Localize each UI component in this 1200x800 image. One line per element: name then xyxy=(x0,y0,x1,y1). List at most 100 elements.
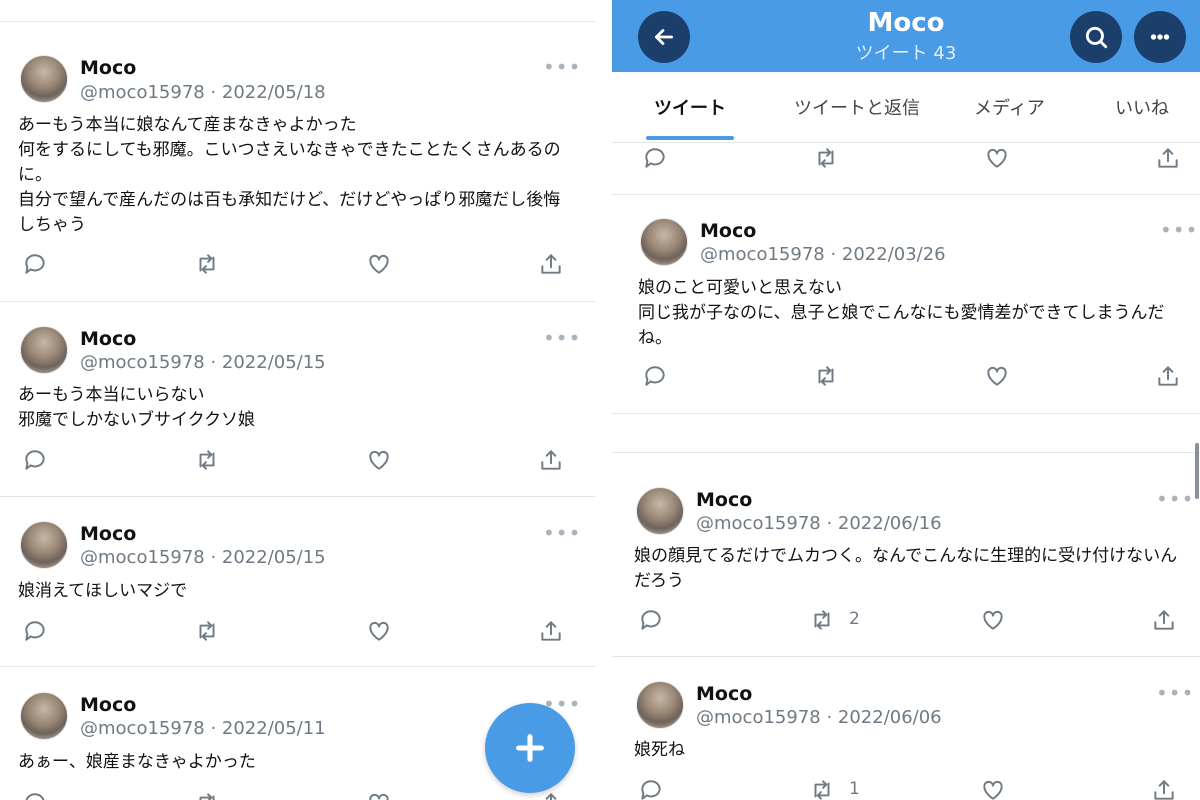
retweet-icon[interactable] xyxy=(807,775,837,800)
retweet-icon[interactable] xyxy=(811,361,841,391)
reply-icon[interactable] xyxy=(640,361,670,391)
tweet[interactable]: Moco @moco15978 · 2022/06/06 ••• 娘死ね 1 xyxy=(612,678,1200,800)
tweet-text: 娘のこと可愛いと思えない 同じ我が子なのに、息子と娘でこんなにも愛情差ができてし… xyxy=(638,278,1165,348)
like-icon[interactable] xyxy=(364,249,394,279)
retweet-count: 1 xyxy=(849,779,860,799)
reply-icon[interactable] xyxy=(20,445,50,475)
tweet-actions xyxy=(640,143,1190,173)
divider xyxy=(0,496,595,497)
tweet-author[interactable]: Moco xyxy=(696,489,752,511)
tweet[interactable]: Moco @moco15978 · 2022/05/18 ••• あーもう本当に… xyxy=(0,52,600,302)
avatar[interactable] xyxy=(20,55,68,103)
tweet-author[interactable]: Moco xyxy=(700,220,756,242)
retweet-icon[interactable] xyxy=(192,445,222,475)
tweet[interactable]: Moco @moco15978 · 2022/06/16 ••• 娘の顔見てるだ… xyxy=(612,484,1200,654)
tweet[interactable]: Moco @moco15978 · 2022/05/15 ••• あーもう本当に… xyxy=(0,323,600,493)
like-icon[interactable] xyxy=(978,605,1008,635)
divider xyxy=(0,301,595,302)
reply-icon[interactable] xyxy=(640,143,670,173)
avatar[interactable] xyxy=(640,218,688,266)
retweet-icon[interactable] xyxy=(192,788,222,800)
avatar[interactable] xyxy=(20,521,68,569)
reply-icon[interactable] xyxy=(636,775,666,800)
like-icon[interactable] xyxy=(364,788,394,800)
tab-likes[interactable]: いいね xyxy=(1115,94,1169,120)
more-icon[interactable]: ••• xyxy=(1160,220,1198,240)
tweet[interactable]: Moco @moco15978 · 2022/03/26 ••• 娘のこと可愛い… xyxy=(612,215,1200,415)
more-button[interactable] xyxy=(1134,11,1186,63)
more-icon[interactable]: ••• xyxy=(1156,489,1194,509)
tweet-meta: @moco15978 · 2022/05/15 xyxy=(80,352,326,373)
panel-gap xyxy=(600,0,612,800)
right-profile: Moco ツイート 43 ツイート ツイートと返信 メディア いいね Moco … xyxy=(612,0,1200,800)
search-button[interactable] xyxy=(1070,11,1122,63)
avatar[interactable] xyxy=(20,326,68,374)
tweet-text: あーもう本当にいらない 邪魔でしかないブサイククソ娘 xyxy=(18,385,255,430)
tab-media[interactable]: メディア xyxy=(974,94,1045,120)
tweet-text: 娘の顔見てるだけでムカつく。なんでこんなに生理的に受け付けないんだろう xyxy=(634,546,1178,591)
divider xyxy=(612,656,1200,657)
share-icon[interactable] xyxy=(536,445,566,475)
divider xyxy=(0,21,595,22)
tweet-meta: @moco15978 · 2022/05/18 xyxy=(80,82,326,103)
tweet-meta: @moco15978 · 2022/03/26 xyxy=(700,244,946,265)
tweet-meta: @moco15978 · 2022/05/15 xyxy=(80,547,326,568)
compose-button[interactable] xyxy=(485,703,575,793)
like-icon[interactable] xyxy=(978,775,1008,800)
search-icon xyxy=(1085,26,1108,49)
more-icon[interactable]: ••• xyxy=(1156,683,1194,703)
tweet-author[interactable]: Moco xyxy=(80,57,136,79)
active-tab-indicator xyxy=(646,136,734,140)
more-icon xyxy=(1150,34,1170,40)
tweet-actions xyxy=(640,361,1190,391)
like-icon[interactable] xyxy=(364,616,394,646)
tab-tweets-replies[interactable]: ツイートと返信 xyxy=(794,94,920,120)
retweet-count: 2 xyxy=(849,609,860,629)
share-icon[interactable] xyxy=(1149,775,1179,800)
plus-icon xyxy=(516,734,544,762)
like-icon[interactable] xyxy=(982,143,1012,173)
reply-icon[interactable] xyxy=(20,249,50,279)
tweet-author[interactable]: Moco xyxy=(696,683,752,705)
reply-icon[interactable] xyxy=(20,788,50,800)
avatar[interactable] xyxy=(636,487,684,535)
share-icon[interactable] xyxy=(536,616,566,646)
tweet-actions xyxy=(20,788,570,800)
tweet-actions: 2 xyxy=(636,605,1186,635)
profile-tabs: ツイート ツイートと返信 メディア いいね xyxy=(612,72,1200,143)
share-icon[interactable] xyxy=(1149,605,1179,635)
retweet-icon[interactable] xyxy=(192,249,222,279)
retweet-icon[interactable] xyxy=(192,616,222,646)
divider xyxy=(612,194,1200,195)
tweet-actions xyxy=(20,445,570,475)
more-icon[interactable]: ••• xyxy=(543,57,581,77)
profile-header: Moco ツイート 43 xyxy=(612,0,1200,72)
like-icon[interactable] xyxy=(982,361,1012,391)
tab-tweets[interactable]: ツイート xyxy=(654,94,726,120)
tweet-author[interactable]: Moco xyxy=(80,328,136,350)
tweet-author[interactable]: Moco xyxy=(80,694,136,716)
tweet-actions xyxy=(20,616,570,646)
share-icon[interactable] xyxy=(1153,143,1183,173)
divider xyxy=(0,666,595,667)
reply-icon[interactable] xyxy=(20,616,50,646)
tweet-text: 娘消えてほしいマジで xyxy=(18,581,188,601)
tweet-text: あーもう本当に娘なんて産まなきゃよかった 何をするにしても邪魔。こいつさえいなき… xyxy=(18,115,561,235)
tweet-meta: @moco15978 · 2022/05/11 xyxy=(80,718,326,739)
share-icon[interactable] xyxy=(1153,361,1183,391)
reply-icon[interactable] xyxy=(636,605,666,635)
more-icon[interactable]: ••• xyxy=(543,523,581,543)
avatar[interactable] xyxy=(20,692,68,740)
like-icon[interactable] xyxy=(364,445,394,475)
divider xyxy=(612,413,1200,414)
tweet-author[interactable]: Moco xyxy=(80,523,136,545)
tweet-meta: @moco15978 · 2022/06/16 xyxy=(696,513,942,534)
share-icon[interactable] xyxy=(536,249,566,279)
avatar[interactable] xyxy=(636,681,684,729)
left-timeline: Moco @moco15978 · 2022/05/18 ••• あーもう本当に… xyxy=(0,0,600,800)
retweet-icon[interactable] xyxy=(807,605,837,635)
tweet[interactable]: Moco @moco15978 · 2022/05/15 ••• 娘消えてほしい… xyxy=(0,518,600,664)
retweet-icon[interactable] xyxy=(811,143,841,173)
more-icon[interactable]: ••• xyxy=(543,328,581,348)
tweet-actions: 1 xyxy=(636,775,1186,800)
